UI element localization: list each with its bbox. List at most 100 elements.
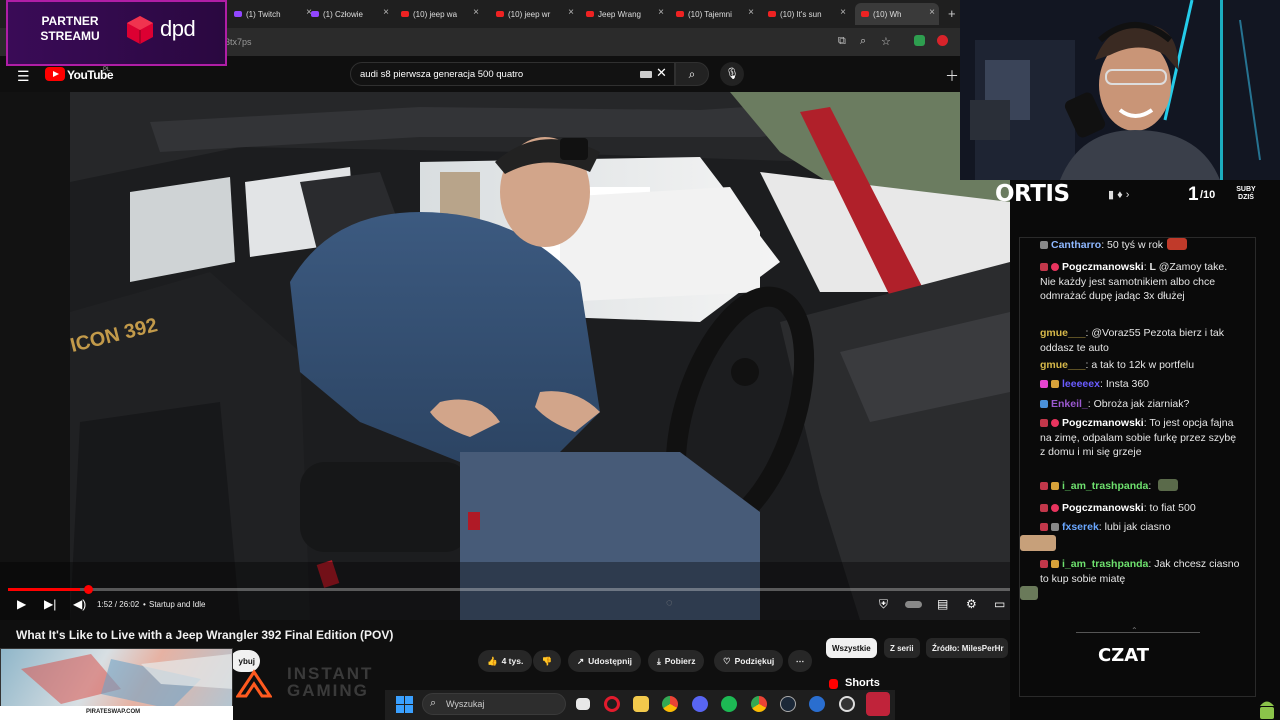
chat-username[interactable]: Cantharro (1051, 239, 1101, 251)
video-player[interactable]: ICON 392 (0, 92, 1010, 620)
youtube-logo-icon[interactable] (45, 67, 65, 81)
url-text[interactable]: 3tx7ps (225, 37, 252, 47)
browser-tab[interactable]: (10) jeep wa × (395, 3, 483, 25)
more-actions-button[interactable]: ⋯ (788, 650, 812, 672)
chat-badge-icon (1040, 419, 1048, 427)
chat-username[interactable]: leeeeex (1062, 378, 1100, 390)
close-tab-icon[interactable]: × (748, 7, 754, 18)
chat-username[interactable]: Pogczmanowski (1062, 417, 1144, 429)
chat-username[interactable]: i_am_trashpanda (1062, 558, 1148, 570)
chat-heading: CZAT (1098, 645, 1150, 666)
share-button[interactable]: ↗ Udostępnij (568, 650, 642, 672)
close-tab-icon[interactable]: × (840, 7, 846, 18)
close-tab-icon[interactable]: × (568, 7, 574, 18)
dpd-cube-icon (127, 16, 153, 44)
opera-ext-icon[interactable] (937, 35, 948, 46)
browser-tab[interactable]: (10) jeep wr × (490, 3, 578, 25)
chat-username[interactable]: Enkeil_ (1051, 398, 1088, 410)
zoom-icon[interactable]: ⌕ (860, 35, 866, 48)
browser-tab[interactable]: (1) Człowie × (305, 3, 393, 25)
task-view-icon[interactable] (576, 698, 590, 710)
chip-source[interactable]: Źródło: MilesPerHr (926, 638, 1008, 658)
files-icon[interactable] (633, 696, 649, 712)
browser-tab[interactable]: (10) It's sun × (762, 3, 850, 25)
pin-icon[interactable] (866, 692, 890, 716)
new-tab-button[interactable]: + (948, 6, 956, 21)
video-scrubber[interactable] (84, 585, 93, 594)
ccleaner-icon[interactable] (809, 696, 825, 712)
autoplay-toggle[interactable] (905, 601, 922, 608)
taskbar-search-input[interactable] (422, 693, 566, 715)
chat-username[interactable]: Pogczmanowski (1062, 261, 1144, 273)
browser-tab[interactable]: Jeep Wrang × (580, 3, 668, 25)
clear-search-icon[interactable]: ✕ (656, 65, 667, 81)
close-tab-icon[interactable]: × (473, 7, 479, 18)
close-tab-icon[interactable]: × (929, 7, 935, 18)
shorts-icon (829, 679, 838, 689)
chat-badge-icon (1040, 504, 1048, 512)
dislike-button[interactable]: 👎 (533, 650, 561, 672)
chat-badge-icon (1040, 400, 1048, 408)
search-button[interactable]: ⌕ (675, 62, 709, 86)
share-label: Udostępnij (588, 656, 633, 666)
obs-icon[interactable] (839, 696, 855, 712)
cast-icon[interactable]: ⧉ (838, 35, 846, 48)
play-icon[interactable]: ▶ (17, 597, 26, 611)
chat-username[interactable]: gmue___ (1040, 327, 1086, 339)
loading-spinner-icon: ◌ (666, 597, 673, 609)
chat-badge-icon (1040, 263, 1048, 271)
chat-username[interactable]: Pogczmanowski (1062, 502, 1144, 514)
volume-icon[interactable]: ◀) (73, 597, 86, 611)
browser-tab[interactable]: (1) Twitch × (228, 3, 316, 25)
download-button[interactable]: ⤓ Pobierz (648, 650, 705, 672)
video-title: What It's Like to Live with a Jeep Wrang… (16, 628, 394, 642)
voice-search-button[interactable]: 🎙 (720, 62, 744, 86)
chip-series[interactable]: Z serii (884, 638, 920, 658)
opera-icon[interactable] (604, 696, 620, 712)
thanks-button[interactable]: ♡ Podziękuj (714, 650, 784, 672)
chat-username[interactable]: fxserek (1062, 521, 1099, 533)
miniplayer-icon[interactable]: ▭ (994, 597, 1005, 611)
video-progress-track[interactable] (8, 588, 1010, 591)
chat-text: a tak to 12k w portfelu (1091, 359, 1195, 371)
chat-message: gmue___: @Voraz55 Pezota bierz i tak odd… (1040, 326, 1242, 355)
webcam-scene (960, 0, 1280, 180)
like-button[interactable]: 👍 4 tys. (478, 650, 533, 672)
bookmark-star-icon[interactable]: ☆ (881, 35, 891, 48)
spotify-icon[interactable] (721, 696, 737, 712)
menu-icon[interactable]: ☰ (17, 68, 30, 85)
youtube-icon (401, 11, 409, 17)
steam-icon[interactable] (780, 696, 796, 712)
browser-tab[interactable]: (10) Wh × (855, 3, 939, 25)
settings-gear-icon[interactable]: ⚙ (966, 597, 977, 611)
chat-username[interactable]: gmue___ (1040, 359, 1086, 371)
chat-username[interactable]: i_am_trashpanda (1062, 480, 1148, 492)
region-label: PL (103, 67, 111, 73)
discord-icon[interactable] (692, 696, 708, 712)
close-tab-icon[interactable]: × (383, 7, 389, 18)
chat-badge-icon (1051, 263, 1059, 271)
shield-icon[interactable]: ⛨ (879, 597, 888, 612)
subs-label: SUBY DZIŚ (1236, 186, 1256, 201)
create-icon[interactable]: ＋ (945, 66, 959, 86)
instant-gaming-watermark: INSTANT GAMING (287, 664, 374, 700)
subtitles-icon[interactable]: ▤ (937, 597, 948, 611)
chip-all[interactable]: Wszystkie (826, 638, 877, 658)
keyboard-icon[interactable] (640, 71, 652, 78)
shorts-heading[interactable]: Shorts (845, 677, 880, 689)
search-query[interactable]: audi s8 pierwsza generacja 500 quatro (360, 69, 523, 80)
next-icon[interactable]: ▶| (44, 597, 56, 611)
browser-tab-label: (1) Twitch (246, 9, 281, 19)
windows-start-icon[interactable] (396, 696, 413, 713)
video-chapter[interactable]: Startup and Idle (149, 600, 205, 609)
youtube-icon (676, 11, 684, 17)
close-tab-icon[interactable]: × (658, 7, 664, 18)
chrome-icon[interactable] (662, 696, 678, 712)
youtube-icon (496, 11, 504, 17)
extension-icon[interactable] (914, 35, 925, 46)
browser-tab[interactable]: (10) Tajemni × (670, 3, 758, 25)
subs-goal: /10 (1200, 189, 1216, 201)
chrome-alt-icon[interactable] (751, 696, 767, 712)
chat-badge-icon (1040, 380, 1048, 388)
chat-text: lubi jak ciasno (1104, 521, 1171, 533)
